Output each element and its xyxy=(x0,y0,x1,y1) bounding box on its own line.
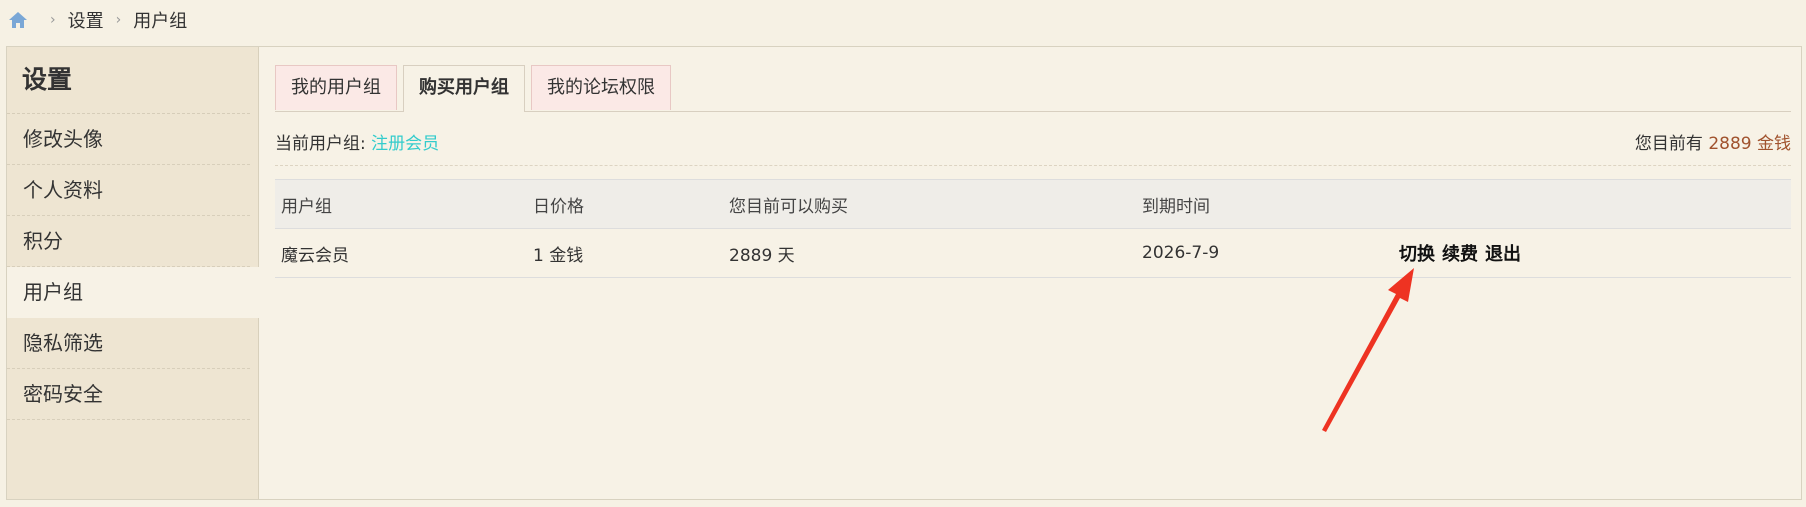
breadcrumb: › 设置 › 用户组 xyxy=(8,6,187,34)
table-row: 魔云会员 1 金钱 2889 天 2026-7-9 切换 续费 退出 xyxy=(275,229,1791,278)
current-group: 当前用户组: 注册会员 xyxy=(275,129,439,154)
home-icon[interactable] xyxy=(8,10,28,30)
table-header: 用户组 日价格 您目前可以购买 到期时间 xyxy=(275,179,1791,229)
exit-button[interactable]: 退出 xyxy=(1485,240,1521,266)
content-frame: 设置 修改头像 个人资料 积分 用户组 隐私筛选 密码安全 我的用户组 购买用户… xyxy=(6,46,1802,500)
main-panel: 我的用户组 购买用户组 我的论坛权限 当前用户组: 注册会员 您目前有 2889… xyxy=(275,47,1801,499)
tab-bar: 我的用户组 购买用户组 我的论坛权限 xyxy=(275,65,1791,112)
header-group: 用户组 xyxy=(281,196,332,217)
tab-forum-permissions[interactable]: 我的论坛权限 xyxy=(531,65,671,110)
header-price: 日价格 xyxy=(533,196,584,217)
sidebar-item-usergroup[interactable]: 用户组 xyxy=(7,267,259,318)
usergroup-table: 用户组 日价格 您目前可以购买 到期时间 魔云会员 1 金钱 2889 天 20… xyxy=(275,179,1791,278)
row-can-buy: 2889 天 xyxy=(729,245,795,266)
switch-button[interactable]: 切换 xyxy=(1399,240,1435,266)
sidebar-item-avatar[interactable]: 修改头像 xyxy=(7,114,250,165)
current-group-row: 当前用户组: 注册会员 您目前有 2889 金钱 xyxy=(275,117,1791,166)
row-group: 魔云会员 xyxy=(281,245,349,266)
money-label: 您目前有 xyxy=(1634,133,1703,154)
renew-button[interactable]: 续费 xyxy=(1442,240,1478,266)
money-info: 您目前有 2889 金钱 xyxy=(1635,129,1791,154)
current-group-link[interactable]: 注册会员 xyxy=(371,134,439,154)
breadcrumb-separator: › xyxy=(115,12,122,28)
breadcrumb-settings[interactable]: 设置 xyxy=(68,7,104,33)
row-price: 1 金钱 xyxy=(533,245,584,266)
row-expires: 2026-7-9 xyxy=(1142,243,1220,263)
money-value: 2889 金钱 xyxy=(1708,133,1791,154)
tab-buy-usergroup[interactable]: 购买用户组 xyxy=(403,65,525,112)
tab-my-usergroup[interactable]: 我的用户组 xyxy=(275,65,397,110)
settings-sidebar: 设置 修改头像 个人资料 积分 用户组 隐私筛选 密码安全 xyxy=(7,47,259,499)
breadcrumb-separator: › xyxy=(50,12,56,28)
breadcrumb-usergroup[interactable]: 用户组 xyxy=(133,7,187,33)
sidebar-item-password[interactable]: 密码安全 xyxy=(7,369,250,420)
sidebar-title: 设置 xyxy=(7,47,250,114)
sidebar-item-profile[interactable]: 个人资料 xyxy=(7,165,250,216)
header-expires: 到期时间 xyxy=(1142,196,1210,217)
row-actions: 切换 续费 退出 xyxy=(1399,240,1791,266)
sidebar-item-credits[interactable]: 积分 xyxy=(7,216,250,267)
current-group-label: 当前用户组: xyxy=(275,133,366,154)
header-can-buy: 您目前可以购买 xyxy=(729,196,848,217)
sidebar-item-privacy[interactable]: 隐私筛选 xyxy=(7,318,250,369)
